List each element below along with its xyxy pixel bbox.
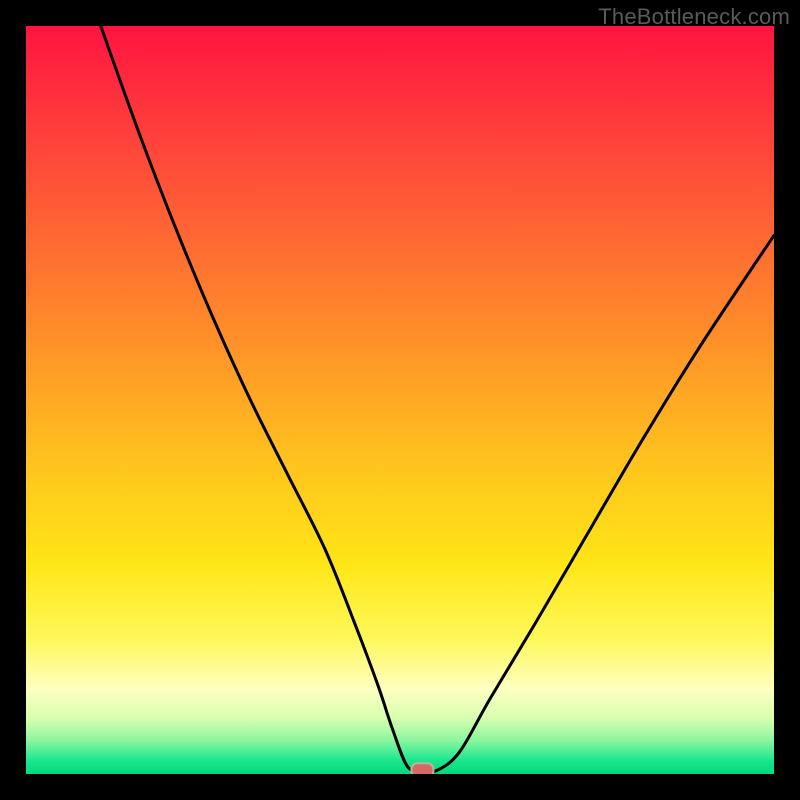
watermark-text: TheBottleneck.com (598, 4, 790, 30)
chart-frame: TheBottleneck.com (0, 0, 800, 800)
gradient-background (26, 26, 774, 774)
chart-svg (26, 26, 774, 774)
optimal-point-marker (411, 763, 433, 774)
plot-area (26, 26, 774, 774)
